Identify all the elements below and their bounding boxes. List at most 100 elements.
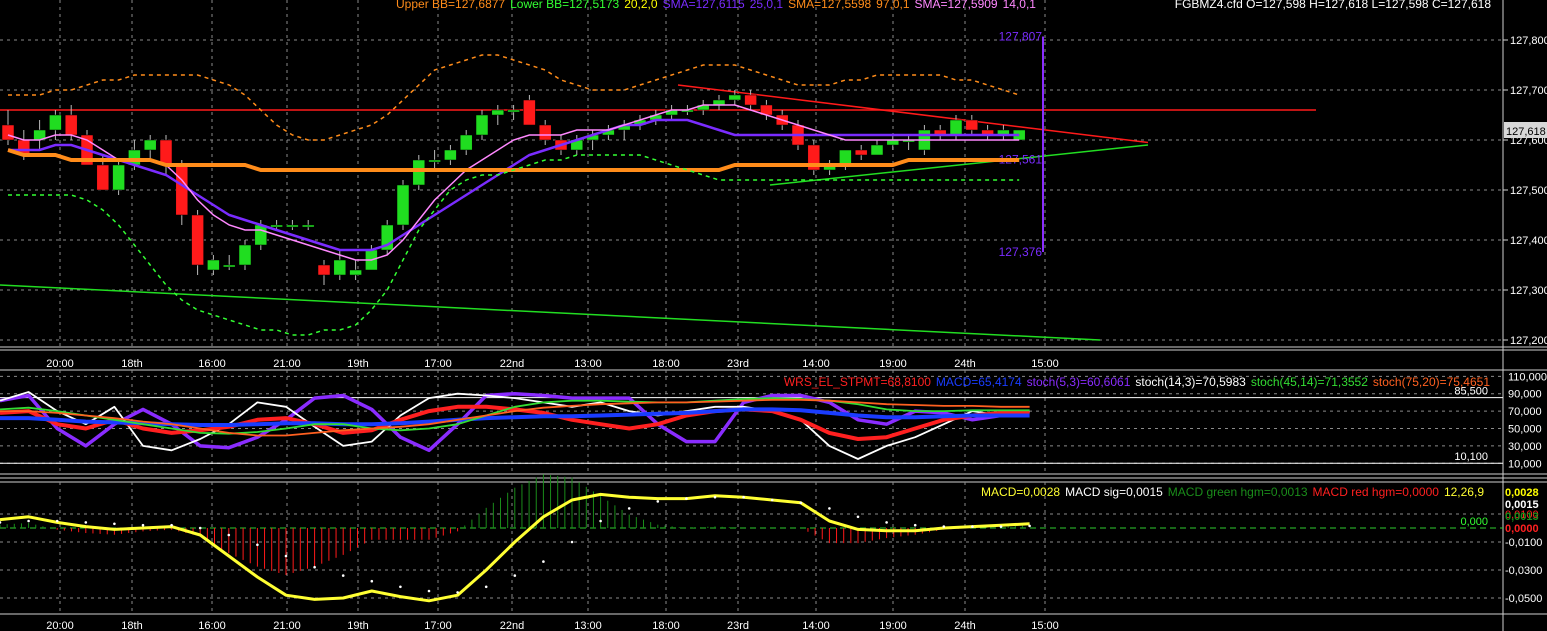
candle-body xyxy=(491,109,505,116)
macd-right-value: 0,0028 xyxy=(1505,487,1539,499)
legend-entry: Lower BB=127,5173 xyxy=(510,0,619,11)
macd-signal-dot xyxy=(341,574,345,577)
macd-signal-dot xyxy=(284,554,288,558)
candle-body xyxy=(538,124,552,141)
macd-signal-dot xyxy=(113,522,116,526)
macd-signal-dot xyxy=(542,560,545,563)
candle-body xyxy=(96,164,110,191)
legend-entry: SMA=127,6115 xyxy=(663,0,745,11)
legend-entry: Upper BB=127,6877 xyxy=(396,0,505,11)
macd-signal-dot xyxy=(828,507,831,510)
candle-body xyxy=(949,119,963,136)
time-label: 18th xyxy=(121,358,142,370)
candle-body xyxy=(333,259,347,276)
macd-signal-dot xyxy=(84,521,88,524)
range-annotation: 127,807 xyxy=(999,30,1043,44)
legend-entry: 20,2,0 xyxy=(624,0,658,11)
legend-entry: SMA=127,5909 xyxy=(915,0,998,11)
macd-right-value: 0,0013 xyxy=(1505,511,1539,523)
price-tick-label: 127,700 xyxy=(1510,85,1547,97)
stoch-tick-label: 30,000 xyxy=(1508,441,1542,453)
macd-signal-dot xyxy=(27,519,30,523)
stoch-tick-label: 110,000 xyxy=(1508,371,1547,383)
candle-body xyxy=(286,224,299,228)
time-label: 19:00 xyxy=(879,358,907,370)
candle-body xyxy=(254,224,268,246)
candle-body xyxy=(475,114,489,136)
stoch-tick-label: 70,000 xyxy=(1508,406,1542,418)
candle-body xyxy=(159,139,173,166)
time-label: 21:00 xyxy=(273,620,301,631)
macd-right-value: 0,0000 xyxy=(1505,523,1539,535)
time-label: 24th xyxy=(954,620,975,631)
symbol-readout: FGBMZ4.cfd O=127,598 H=127,618 L=127,598… xyxy=(1175,0,1492,11)
time-label: 16:00 xyxy=(198,358,226,370)
legend-entry: WRS_EL_STPMT=68,8100 xyxy=(784,375,931,389)
time-label: 20:00 xyxy=(46,358,74,370)
macd-signal-dot xyxy=(713,495,717,499)
macd-panel[interactable] xyxy=(0,482,1503,614)
macd-signal-dot xyxy=(484,585,488,589)
legend-entry: stoch(5,3)=60,6061 xyxy=(1027,375,1131,389)
macd-signal-dot xyxy=(513,574,517,577)
macd-signal-dot xyxy=(627,507,631,510)
macd-signal-dot xyxy=(427,589,431,593)
macd-signal-dot xyxy=(399,585,402,589)
candle-body xyxy=(317,264,331,276)
legend-entry: stoch(45,14)=71,3552 xyxy=(1251,375,1368,389)
candle-body xyxy=(396,184,410,226)
candle-body xyxy=(459,134,473,151)
candle-body xyxy=(49,114,62,131)
price-panel[interactable] xyxy=(0,0,1503,347)
candle-body xyxy=(839,149,852,166)
legend-entry: 97,0,1 xyxy=(876,0,910,11)
macd-legend: 12,26,9 MACD red hgm=0,0000 MACD green hgm… xyxy=(981,485,1484,499)
macd-signal-dot xyxy=(685,497,688,500)
time-label: 22nd xyxy=(500,358,524,370)
candle-body xyxy=(207,259,220,271)
macd-signal-dot xyxy=(770,498,774,502)
candle-body xyxy=(870,144,884,156)
time-label: 20:00 xyxy=(46,620,74,631)
macd-signal-dot xyxy=(742,495,745,499)
legend-entry: stoch(75,20)=75,4651 xyxy=(1373,375,1490,389)
legend-entry: stoch(14,3)=70,5983 xyxy=(1135,375,1246,389)
time-label: 18:00 xyxy=(652,358,680,370)
macd-signal-dot xyxy=(256,543,259,547)
price-tick-label: 127,200 xyxy=(1510,335,1547,347)
price-tick-label: 127,400 xyxy=(1510,235,1547,247)
stoch-tick-label: 50,000 xyxy=(1508,424,1542,436)
candle-body xyxy=(270,224,283,228)
macd-signal-dot xyxy=(942,525,946,528)
price-tick-label: 127,300 xyxy=(1510,285,1547,297)
trading-chart[interactable]: 127,807127,561127,376 20:0020:0018th18th… xyxy=(0,0,1547,631)
time-label: 21:00 xyxy=(273,358,301,370)
macd-right-value: 0,0015 xyxy=(1505,499,1539,511)
candle-body xyxy=(523,99,536,126)
candle-body xyxy=(507,109,520,113)
stoch-level-label: 10,100 xyxy=(1454,451,1488,463)
time-label: 23rd xyxy=(727,358,749,370)
macd-signal-dot xyxy=(198,526,202,530)
legend-entry: SMA=127,5598 xyxy=(788,0,871,11)
macd-signal-dot xyxy=(913,523,917,527)
time-label: 18th xyxy=(121,620,142,631)
macd-signal-dot xyxy=(313,565,316,569)
price-tick-label: 127,500 xyxy=(1510,185,1547,197)
candle-body xyxy=(349,269,362,276)
macd-tick-label: -0,0500 xyxy=(1505,593,1542,605)
candle-body xyxy=(428,159,441,163)
macd-tick-label: -0,0300 xyxy=(1505,565,1542,577)
candle-body xyxy=(744,94,757,106)
time-label: 22nd xyxy=(500,620,524,631)
time-label: 19th xyxy=(347,358,368,370)
price-legend: Upper BB=127,6877 Lower BB=127,5173 20,2,0… xyxy=(396,0,1036,11)
time-label: 17:00 xyxy=(424,358,452,370)
candle-body xyxy=(444,149,457,161)
time-label: 14:00 xyxy=(802,358,830,370)
legend-entry: MACD=65,4174 xyxy=(936,375,1022,389)
time-label: 18:00 xyxy=(652,620,680,631)
time-label: 14:00 xyxy=(802,620,830,631)
time-label: 23rd xyxy=(727,620,749,631)
candle-body xyxy=(965,119,979,131)
